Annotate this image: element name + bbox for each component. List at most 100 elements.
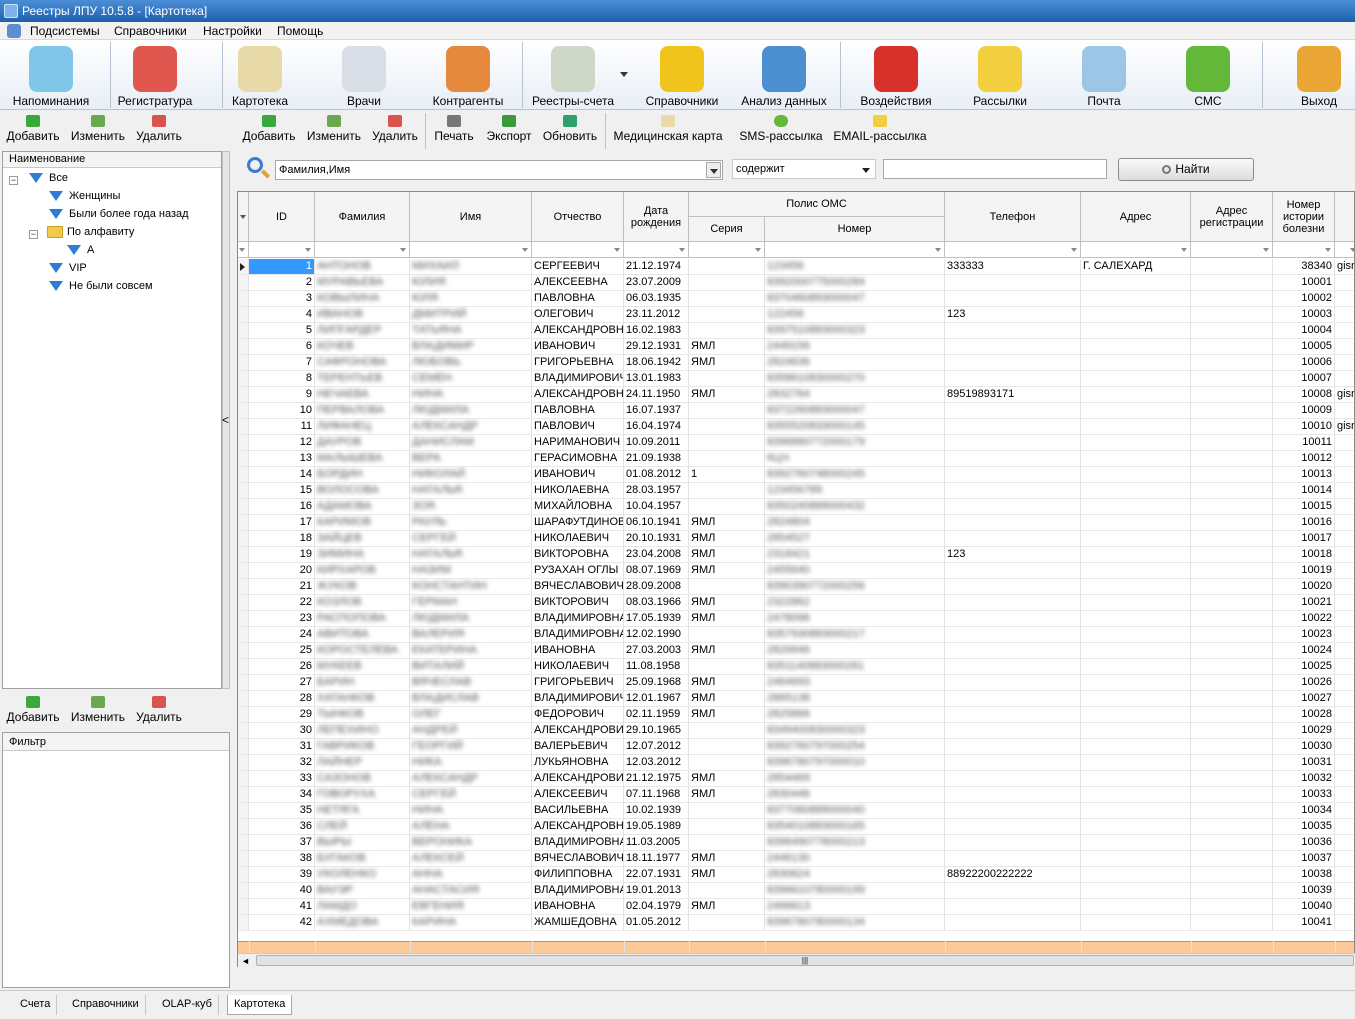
cell-address[interactable] (1081, 339, 1191, 355)
cell-history-number[interactable]: 10011 (1273, 435, 1335, 451)
cell-last-name[interactable]: ЛАЙНЕР (315, 755, 410, 771)
cell-address[interactable] (1081, 515, 1191, 531)
cell-patronymic[interactable]: ПАВЛОВНА (532, 291, 624, 307)
cell-first-name[interactable]: ВАЛЕРИЯ (410, 627, 532, 643)
cell-birth-date[interactable]: 12.01.1967 (624, 691, 689, 707)
delete-button[interactable]: Удалить (372, 115, 418, 143)
cell-last-name[interactable]: ХАТАНКОВ (315, 691, 410, 707)
row-indicator[interactable] (238, 899, 249, 915)
cell-extra[interactable] (1335, 659, 1354, 675)
cell-address[interactable] (1081, 787, 1191, 803)
cell-address[interactable] (1081, 531, 1191, 547)
cell-extra[interactable] (1335, 499, 1354, 515)
medical-card-button[interactable]: Медицинская карта (612, 115, 724, 143)
tree-node-alphabet[interactable]: По алфавиту (47, 226, 134, 239)
cell-history-number[interactable]: 10006 (1273, 355, 1335, 371)
cell-id[interactable]: 1 (249, 259, 315, 275)
cell-oms-series[interactable]: ЯМЛ (689, 771, 765, 787)
cell-address[interactable] (1081, 627, 1191, 643)
cell-last-name[interactable]: СЛЕЙ (315, 819, 410, 835)
cell-extra[interactable] (1335, 675, 1354, 691)
cell-oms-series[interactable] (689, 403, 765, 419)
cell-extra[interactable] (1335, 611, 1354, 627)
cell-history-number[interactable]: 10008 (1273, 387, 1335, 403)
tree-edit-button[interactable]: Изменить (70, 115, 126, 143)
cell-birth-date[interactable]: 23.07.2009 (624, 275, 689, 291)
cell-reg-address[interactable] (1191, 339, 1273, 355)
cell-history-number[interactable]: 10038 (1273, 867, 1335, 883)
cell-id[interactable]: 15 (249, 483, 315, 499)
cell-history-number[interactable]: 10012 (1273, 451, 1335, 467)
cell-first-name[interactable]: ЕВГЕНИЯ (410, 899, 532, 915)
column-filter[interactable] (624, 242, 689, 258)
cell-oms-series[interactable] (689, 915, 765, 931)
column-filter[interactable] (1273, 242, 1335, 258)
cell-phone[interactable] (945, 851, 1081, 867)
cell-id[interactable]: 27 (249, 675, 315, 691)
chevron-down-icon[interactable] (620, 72, 628, 77)
cell-first-name[interactable]: НАЗИМ (410, 563, 532, 579)
tab-accounts[interactable]: Счета (14, 995, 58, 1015)
cell-phone[interactable] (945, 755, 1081, 771)
cell-patronymic[interactable]: ИВАНОВНА (532, 643, 624, 659)
column-header-phone[interactable]: Телефон (945, 192, 1081, 242)
cell-phone[interactable] (945, 659, 1081, 675)
cell-oms-number[interactable]: 2464693 (765, 675, 945, 691)
cell-id[interactable]: 14 (249, 467, 315, 483)
cell-oms-number[interactable]: 2322862 (765, 595, 945, 611)
cell-oms-series[interactable] (689, 275, 765, 291)
cell-reg-address[interactable] (1191, 723, 1273, 739)
tab-olap[interactable]: OLAP-куб (156, 995, 219, 1015)
cell-reg-address[interactable] (1191, 499, 1273, 515)
cell-extra[interactable] (1335, 579, 1354, 595)
ribbon-reminders-button[interactable]: Напоминания (4, 40, 98, 110)
cell-oms-series[interactable] (689, 323, 765, 339)
cell-address[interactable] (1081, 499, 1191, 515)
cell-last-name[interactable]: УКОЛЕНКО (315, 867, 410, 883)
cell-address[interactable] (1081, 755, 1191, 771)
cell-extra[interactable] (1335, 531, 1354, 547)
cell-extra[interactable] (1335, 707, 1354, 723)
cell-address[interactable] (1081, 659, 1191, 675)
cell-address[interactable] (1081, 419, 1191, 435)
sms-mailing-button[interactable]: SMS-рассылка (738, 115, 824, 143)
cell-extra[interactable] (1335, 403, 1354, 419)
cell-extra[interactable]: gisr (1335, 419, 1354, 435)
cell-history-number[interactable]: 10030 (1273, 739, 1335, 755)
cell-oms-series[interactable] (689, 579, 765, 595)
cell-id[interactable]: 25 (249, 643, 315, 659)
cell-last-name[interactable]: МАЛЫШЕВА (315, 451, 410, 467)
cell-reg-address[interactable] (1191, 259, 1273, 275)
cell-patronymic[interactable]: ВЛАДИМИРОВИЧ (532, 691, 624, 707)
cell-oms-number[interactable]: 8358610830000270 (765, 371, 945, 387)
cell-reg-address[interactable] (1191, 835, 1273, 851)
cell-history-number[interactable]: 10021 (1273, 595, 1335, 611)
cell-birth-date[interactable]: 12.02.1990 (624, 627, 689, 643)
cell-address[interactable] (1081, 739, 1191, 755)
cell-id[interactable]: 2 (249, 275, 315, 291)
ribbon-mail-button[interactable]: Почта (1076, 40, 1132, 110)
row-indicator[interactable] (238, 419, 249, 435)
cell-oms-series[interactable] (689, 883, 765, 899)
cell-id[interactable]: 10 (249, 403, 315, 419)
cell-address[interactable] (1081, 307, 1191, 323)
patients-grid[interactable]: ID Фамилия Имя Отчество Дата рождения Телефон… (237, 191, 1355, 967)
cell-phone[interactable] (945, 419, 1081, 435)
cell-oms-series[interactable] (689, 419, 765, 435)
cell-first-name[interactable]: АЛЕКСАНДР (410, 771, 532, 787)
cell-history-number[interactable]: 10007 (1273, 371, 1335, 387)
cell-patronymic[interactable]: АЛЕКСАНДРОВНА (532, 323, 624, 339)
cell-last-name[interactable]: ВАУЭР (315, 883, 410, 899)
cell-birth-date[interactable]: 07.11.1968 (624, 787, 689, 803)
cell-patronymic[interactable]: МИХАЙЛОВНА (532, 499, 624, 515)
cell-first-name[interactable]: ДМИТРИЙ (410, 307, 532, 323)
cell-address[interactable] (1081, 579, 1191, 595)
cell-phone[interactable] (945, 787, 1081, 803)
cell-first-name[interactable]: РАУЛЬ (410, 515, 532, 531)
tree-node-women[interactable]: Женщины (49, 190, 120, 202)
column-filter[interactable] (532, 242, 624, 258)
cell-birth-date[interactable]: 16.02.1983 (624, 323, 689, 339)
cell-address[interactable] (1081, 483, 1191, 499)
cell-birth-date[interactable]: 16.07.1937 (624, 403, 689, 419)
cell-oms-series[interactable] (689, 755, 765, 771)
